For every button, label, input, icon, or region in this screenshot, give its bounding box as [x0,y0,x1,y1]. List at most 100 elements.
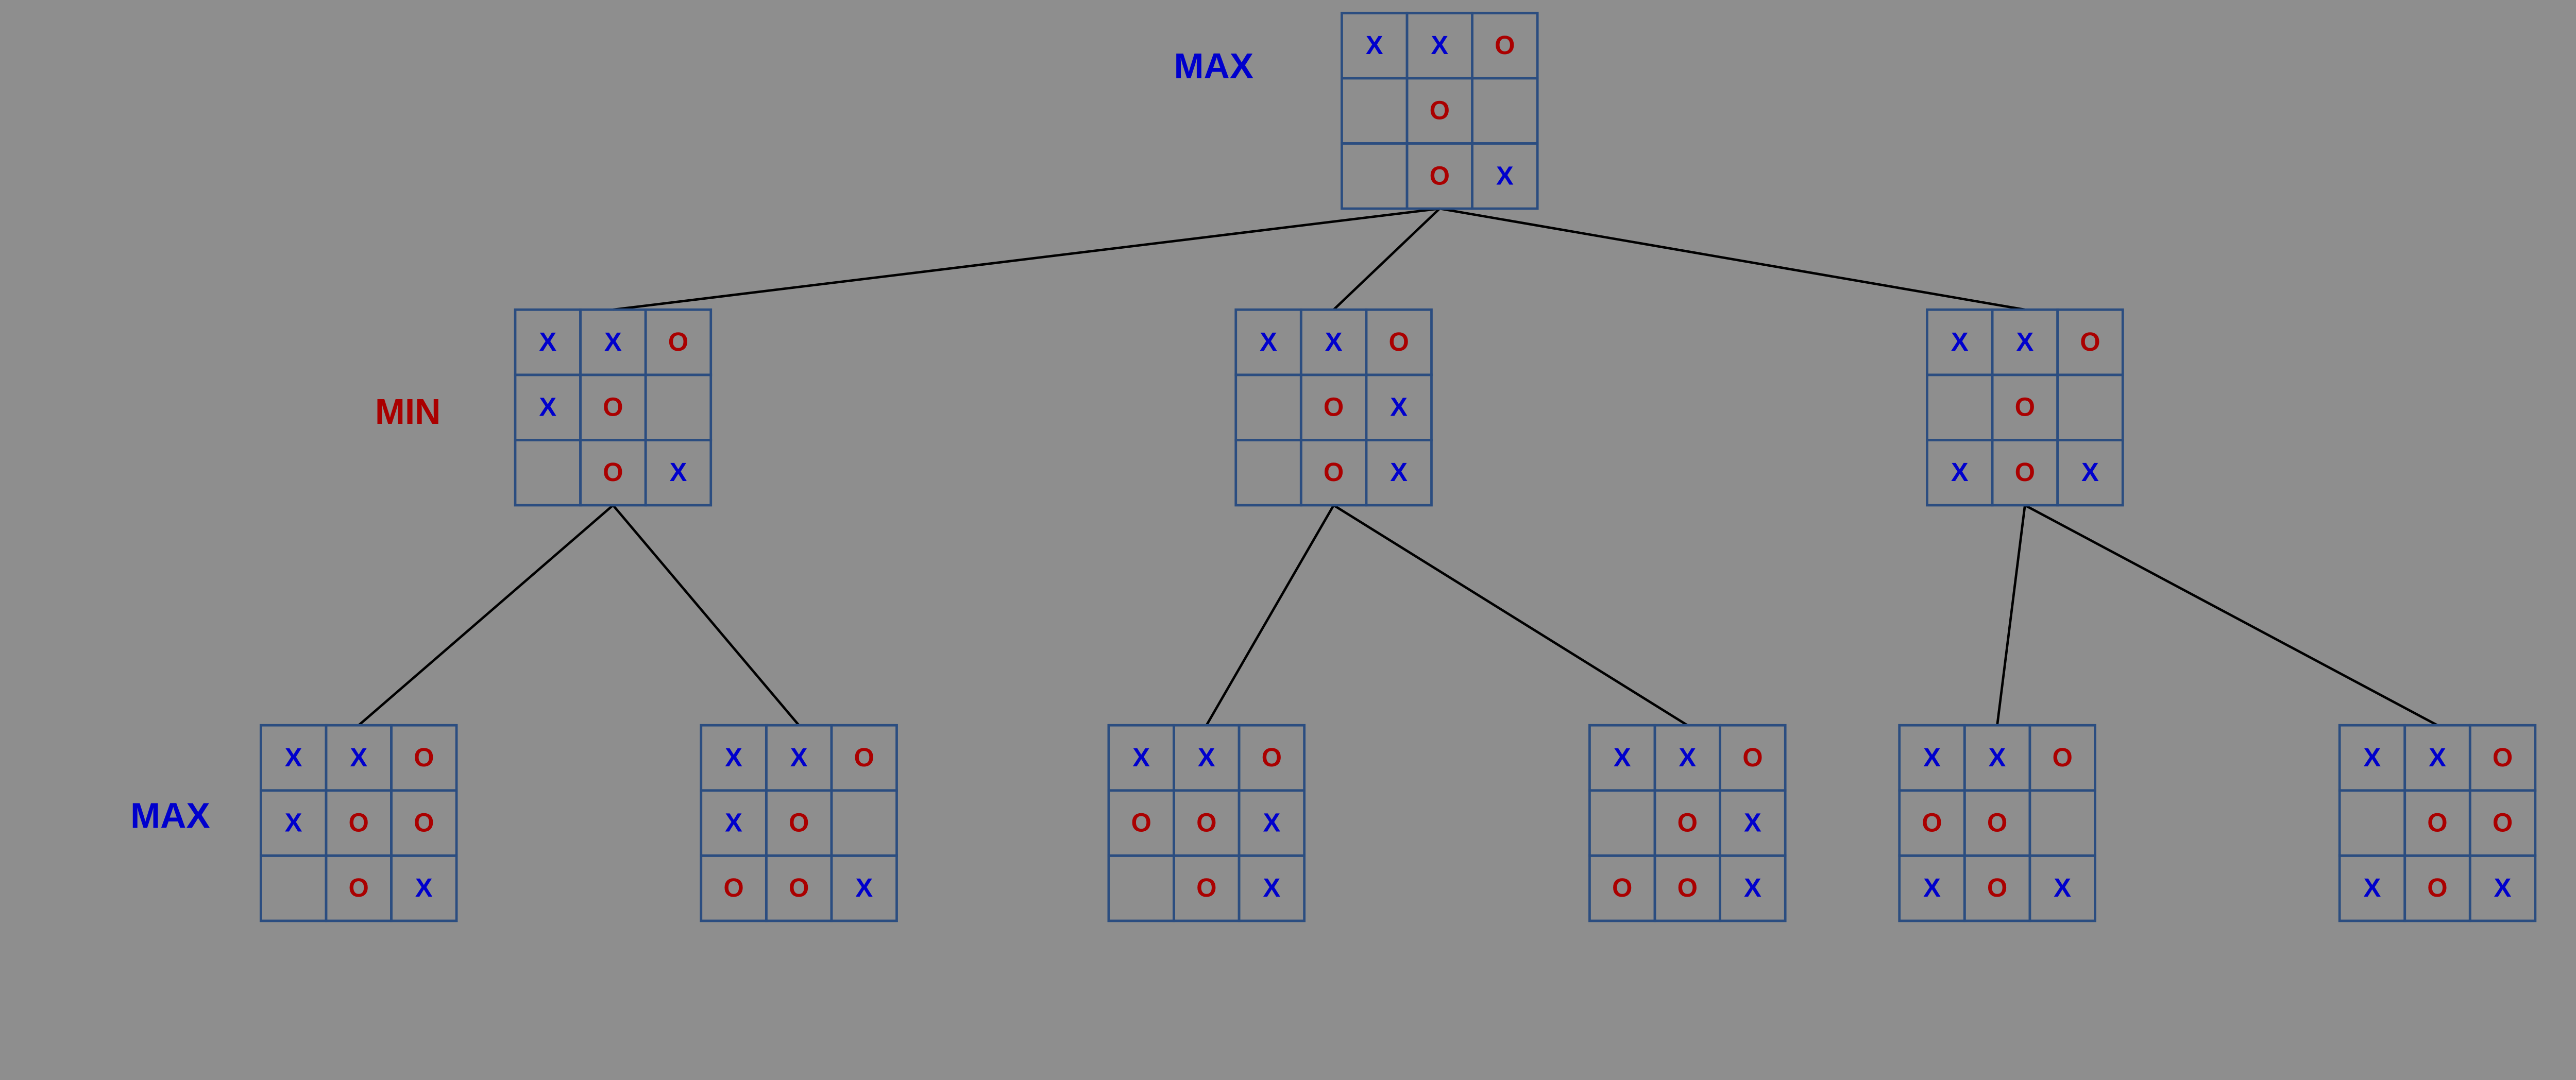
mark-x: X [539,392,556,422]
mark-o: O [2493,808,2513,837]
edge [1334,505,1688,725]
level-label: MAX [1174,46,1253,86]
mark-x: X [2054,873,2071,902]
mark-x: X [1198,743,1215,772]
mark-o: O [1196,808,1216,837]
edge [613,505,799,725]
cell [1236,375,1301,440]
mark-o: O [414,743,434,772]
mark-x: X [1132,743,1150,772]
mark-x: X [1923,743,1941,772]
mark-o: O [2493,743,2513,772]
mark-x: X [2081,457,2099,487]
edge [1334,209,1440,310]
mark-x: X [725,808,742,837]
mark-x: X [1263,873,1280,902]
board-a: XXOXOOX [515,310,711,505]
board-root: X X O O O X [1342,13,1537,209]
mark-o: O [1388,327,1409,356]
edge [1207,505,1334,725]
mark-x: X [670,457,687,487]
mark-x: X [725,743,742,772]
mark-o: O [1987,873,2007,902]
mark-x: X [350,743,367,772]
mark-x: X [285,808,302,837]
cell [1236,440,1301,505]
mark-x: X [1390,457,1408,487]
board-c2: XXOOOXOX [2340,725,2535,921]
mark-o: O [2427,873,2447,902]
mark-o: O [349,808,369,837]
mark-o: O [1262,743,1282,772]
mark-x: X [1951,457,1969,487]
mark-x: X [1496,161,1514,190]
mark-o: O [1612,873,1632,902]
mark-x: X [855,873,873,902]
mark-x: X [1614,743,1631,772]
cell [646,375,711,440]
mark-o: O [723,873,743,902]
mark-x: X [1744,873,1761,902]
mark-x: X [539,327,556,356]
level-label: MAX [130,796,210,836]
mark-x: X [415,873,433,902]
mark-o: O [2427,808,2447,837]
mark-o: O [1430,96,1450,125]
edge [2025,505,2437,725]
board-b2: XXOOXOOX [1589,725,1785,921]
mark-o: O [603,392,623,422]
mark-x: X [1366,30,1383,60]
mark-x: X [1989,743,2006,772]
cell [1472,78,1538,144]
mark-x: X [1431,30,1448,60]
mark-o: O [349,873,369,902]
board-a1: X X O X O O O X [261,725,456,921]
mark-x: X [1263,808,1280,837]
mark-o: O [1987,808,2007,837]
cell [1927,375,1992,440]
mark-o: O [1430,161,1450,190]
mark-x: X [2429,743,2446,772]
mark-o: O [603,457,623,487]
mark-o: O [1677,808,1698,837]
mark-o: O [1131,808,1151,837]
cell [2030,791,2095,856]
cell [1589,791,1655,856]
mark-o: O [1495,30,1515,60]
mark-o: O [1742,743,1762,772]
mark-o: O [2080,327,2100,356]
mark-o: O [2015,392,2035,422]
mark-x: X [1390,392,1408,422]
cell [1342,78,1407,144]
cell [261,855,326,921]
mark-o: O [1196,873,1216,902]
mark-o: O [789,808,809,837]
mark-x: X [2364,743,2381,772]
board-b: XXOOXOX [1236,310,1432,505]
mark-o: O [789,873,809,902]
mark-o: O [414,808,434,837]
mark-o: O [1324,457,1344,487]
board-c1: XXOOOXOX [1900,725,2095,921]
board-b1: X X O O O X O X [1109,725,1304,921]
cell [1342,143,1407,209]
mark-x: X [285,743,302,772]
edge [1997,505,2025,725]
mark-o: O [1922,808,1942,837]
board-a2: X X O X O O O X [701,725,897,921]
mark-x: X [1260,327,1277,356]
mark-o: O [1324,392,1344,422]
minimax-tree: MAXMINMAXXXOOOXXXOXOOXXXOOXOXXXOOXOXXXOX… [0,0,2576,978]
level-label: MIN [375,391,441,432]
mark-x: X [790,743,808,772]
mark-x: X [1951,327,1969,356]
mark-x: X [2364,873,2381,902]
edge [1439,209,2025,310]
cell [2058,375,2123,440]
mark-o: O [2015,457,2035,487]
cell [1109,855,1174,921]
mark-x: X [1744,808,1761,837]
cell [2340,791,2405,856]
mark-o: O [2052,743,2072,772]
mark-o: O [854,743,874,772]
